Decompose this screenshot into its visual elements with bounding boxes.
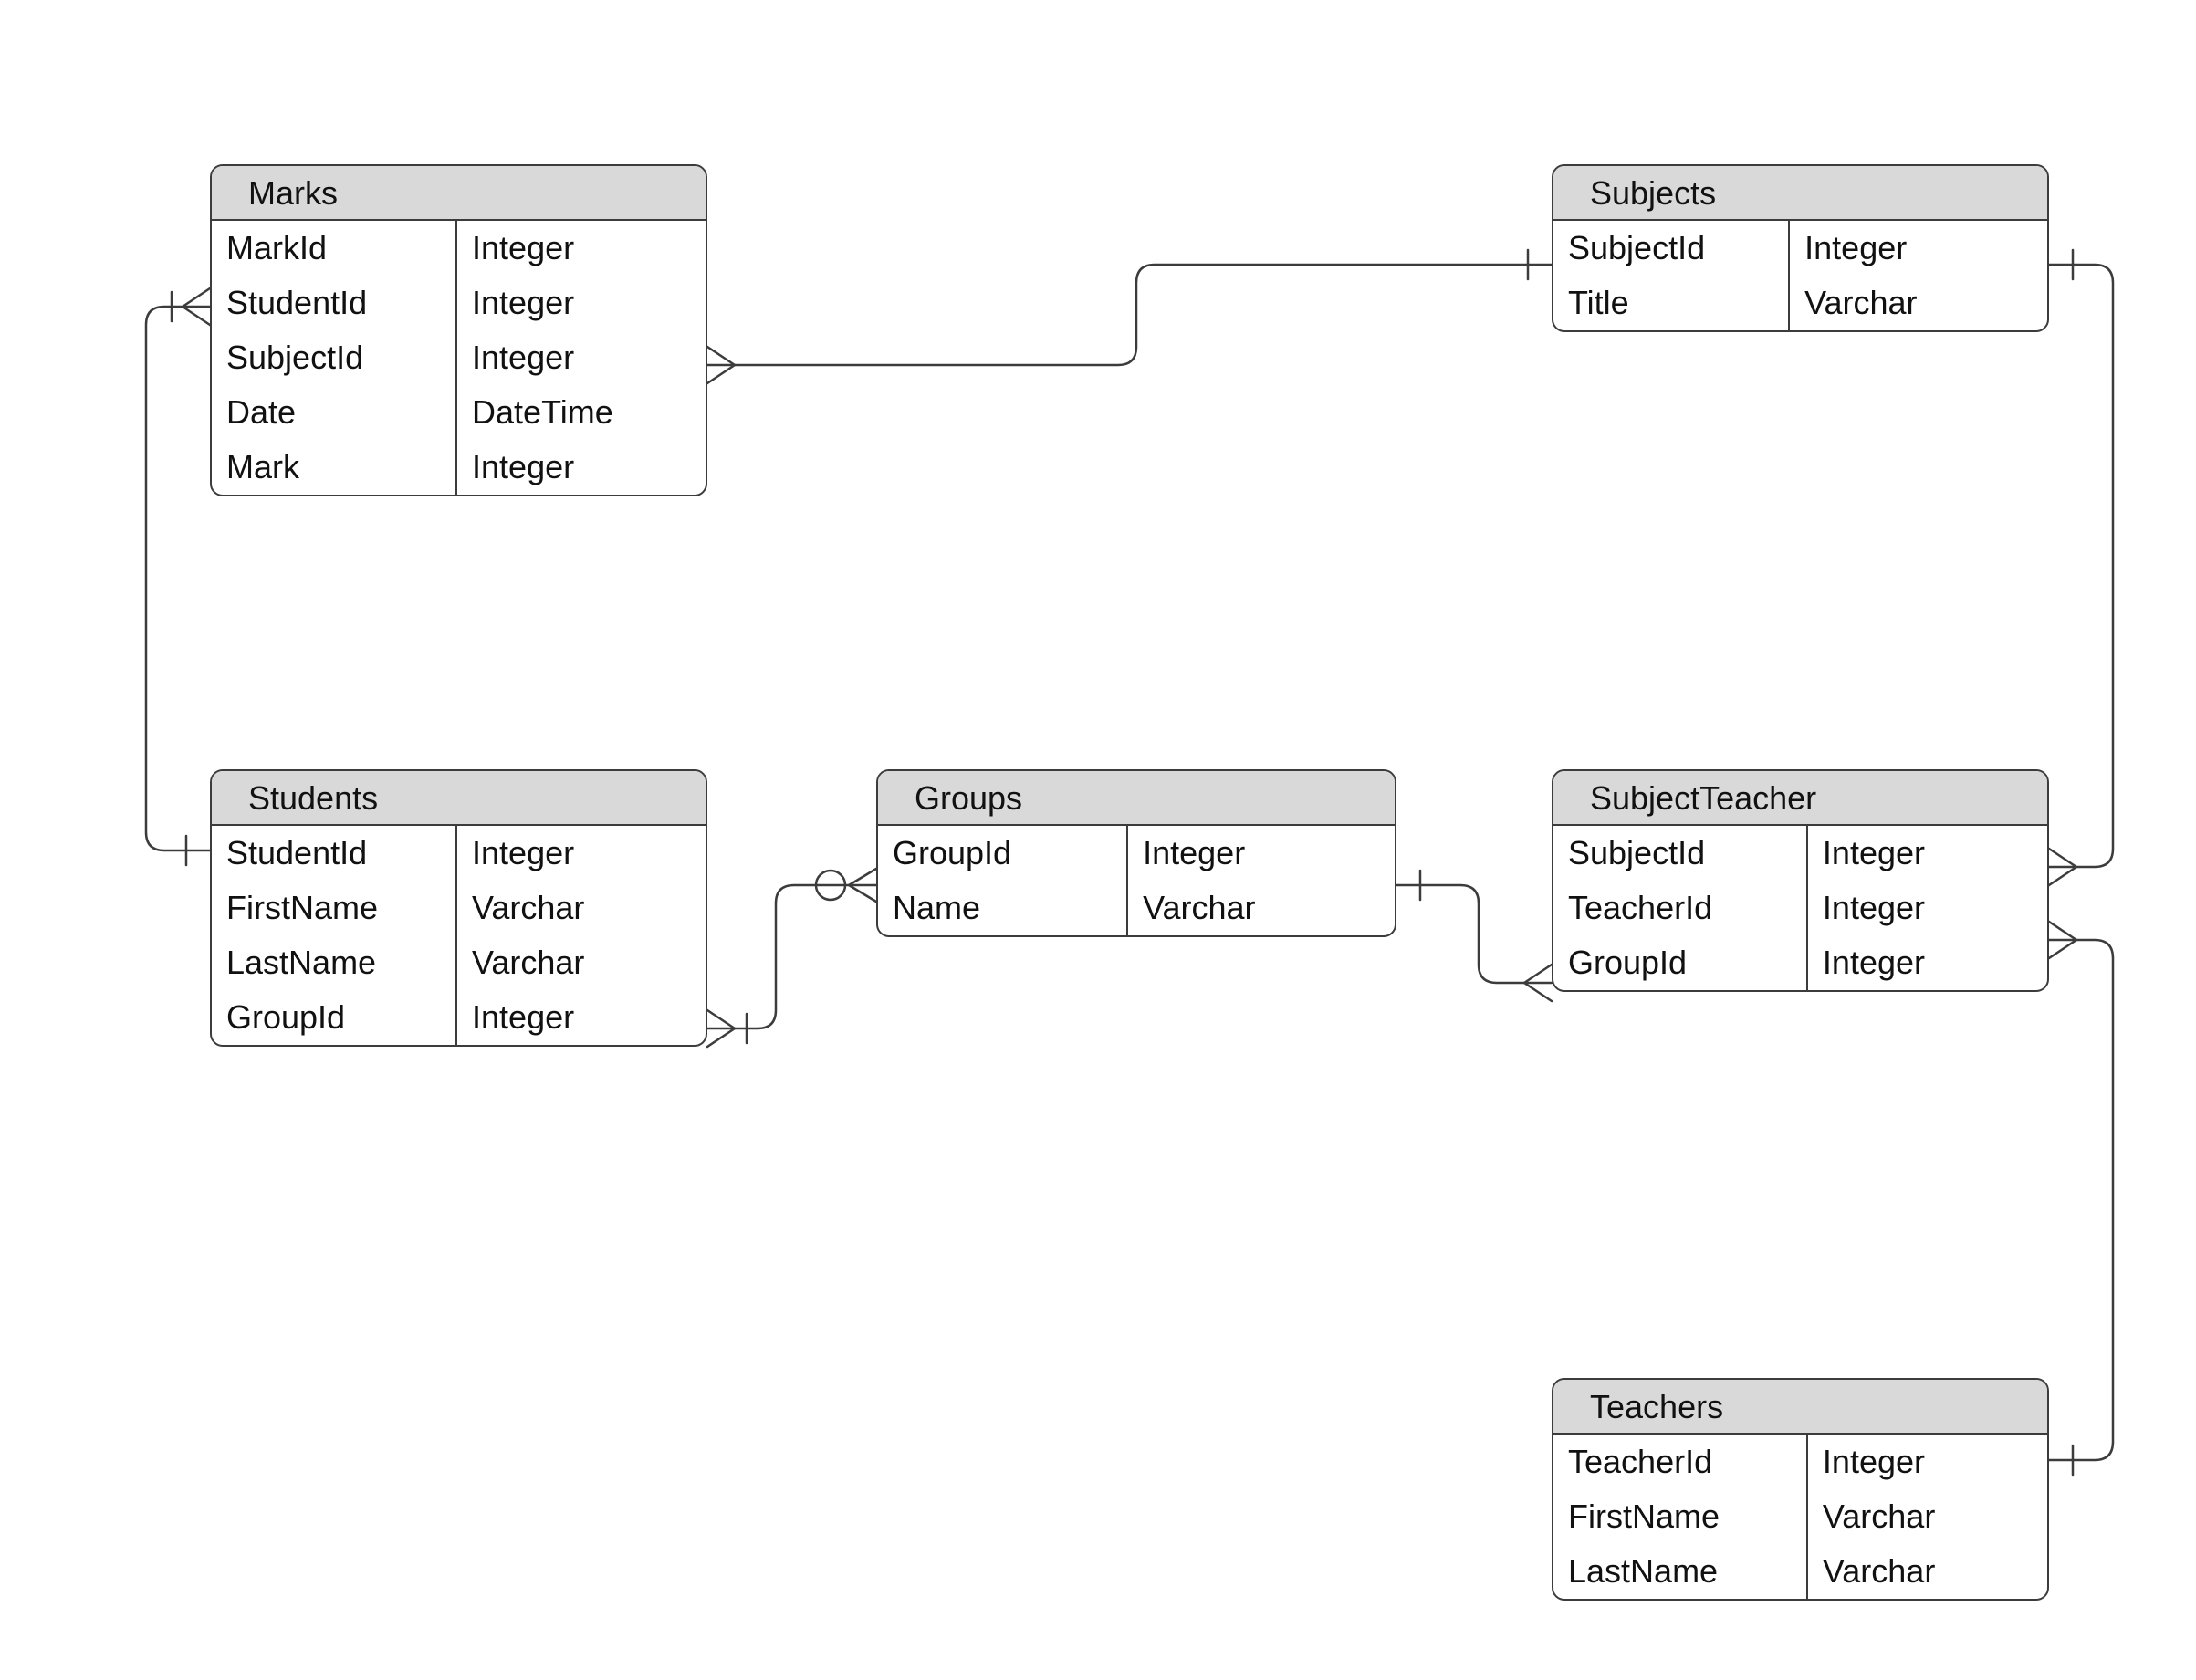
field-name: GroupId (1553, 935, 1806, 990)
field-type: Varchar (1808, 1544, 2047, 1599)
field-type: Integer (457, 221, 706, 276)
field-type: Varchar (1808, 1489, 2047, 1544)
entity-marks-title: Marks (212, 166, 706, 221)
field-type: Integer (457, 440, 706, 495)
field-name: FirstName (212, 881, 455, 935)
field-type: Varchar (1790, 276, 2047, 330)
field-type: DateTime (457, 385, 706, 440)
entity-groups-title: Groups (878, 771, 1395, 826)
field-name: StudentId (212, 276, 455, 330)
field-type: Integer (1808, 881, 2047, 935)
field-name: GroupId (212, 990, 455, 1045)
entity-students-title: Students (212, 771, 706, 826)
field-type: Integer (457, 276, 706, 330)
field-type: Integer (1790, 221, 2047, 276)
field-name: Date (212, 385, 455, 440)
entity-subjects-title: Subjects (1553, 166, 2047, 221)
field-name: Title (1553, 276, 1788, 330)
field-name: StudentId (212, 826, 455, 881)
entity-teachers[interactable]: Teachers TeacherId FirstName LastName In… (1552, 1378, 2049, 1601)
field-type: Integer (1808, 1435, 2047, 1489)
field-name: MarkId (212, 221, 455, 276)
field-type: Integer (1808, 935, 2047, 990)
field-type: Integer (457, 826, 706, 881)
field-name: TeacherId (1553, 1435, 1806, 1489)
field-name: Name (878, 881, 1126, 935)
field-type: Integer (457, 330, 706, 385)
field-type: Integer (1808, 826, 2047, 881)
field-name: Mark (212, 440, 455, 495)
field-type: Integer (457, 990, 706, 1045)
field-type: Varchar (457, 881, 706, 935)
field-name: LastName (1553, 1544, 1806, 1599)
entity-students[interactable]: Students StudentId FirstName LastName Gr… (210, 769, 707, 1047)
field-type: Varchar (1128, 881, 1395, 935)
field-name: SubjectId (212, 330, 455, 385)
field-type: Varchar (457, 935, 706, 990)
entity-groups[interactable]: Groups GroupId Name Integer Varchar (876, 769, 1396, 937)
entity-subjectteacher[interactable]: SubjectTeacher SubjectId TeacherId Group… (1552, 769, 2049, 992)
field-name: TeacherId (1553, 881, 1806, 935)
field-name: FirstName (1553, 1489, 1806, 1544)
entity-marks[interactable]: Marks MarkId StudentId SubjectId Date Ma… (210, 164, 707, 496)
field-name: SubjectId (1553, 221, 1788, 276)
field-name: LastName (212, 935, 455, 990)
field-name: GroupId (878, 826, 1126, 881)
entity-subjectteacher-title: SubjectTeacher (1553, 771, 2047, 826)
field-name: SubjectId (1553, 826, 1806, 881)
entity-subjects[interactable]: Subjects SubjectId Title Integer Varchar (1552, 164, 2049, 332)
entity-teachers-title: Teachers (1553, 1380, 2047, 1435)
field-type: Integer (1128, 826, 1395, 881)
er-diagram: Marks MarkId StudentId SubjectId Date Ma… (0, 0, 2196, 1680)
